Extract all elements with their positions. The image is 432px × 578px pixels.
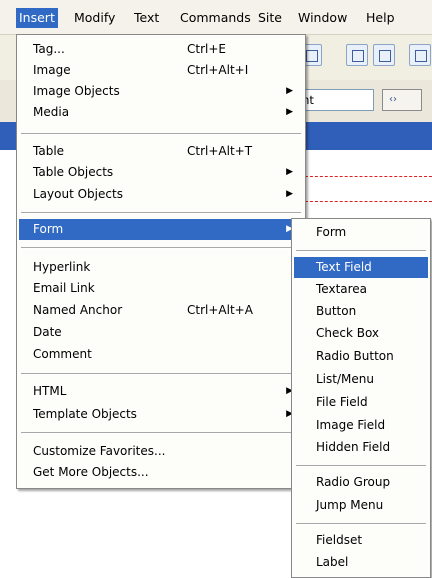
submenu-arrow-icon: ▶: [286, 167, 293, 177]
menu-item-table-objects[interactable]: Table Objects ▶: [19, 162, 303, 183]
menu-insert[interactable]: Insert: [16, 8, 58, 28]
menu-item-media[interactable]: Media ▶: [19, 102, 303, 123]
menu-commands[interactable]: Commands: [177, 8, 254, 28]
layout-dashed-line: [300, 176, 432, 177]
menu-item-table[interactable]: Table Ctrl+Alt+T: [19, 141, 303, 162]
image-icon[interactable]: [409, 44, 431, 66]
menu-item-comment[interactable]: Comment: [19, 344, 303, 365]
menu-separator: [21, 247, 301, 249]
submenu-item-form[interactable]: Form: [294, 222, 428, 243]
menu-item-image[interactable]: Image Ctrl+Alt+I: [19, 60, 303, 81]
submenu-item-fieldset[interactable]: Fieldset: [294, 530, 428, 551]
submenu-item-jump-menu[interactable]: Jump Menu: [294, 495, 428, 516]
menu-item-form[interactable]: Form ▶: [19, 219, 303, 240]
submenu-item-check-box[interactable]: Check Box: [294, 323, 428, 344]
menu-separator: [21, 373, 301, 375]
menu-item-customize-favorites[interactable]: Customize Favorites...: [19, 441, 303, 462]
menu-separator: [296, 523, 426, 525]
menu-item-image-objects[interactable]: Image Objects ▶: [19, 81, 303, 102]
submenu-item-label[interactable]: Label: [294, 552, 428, 573]
submenu-item-image-field[interactable]: Image Field: [294, 415, 428, 436]
menu-separator: [296, 465, 426, 467]
menu-separator: [21, 212, 301, 214]
submenu-item-radio-button[interactable]: Radio Button: [294, 346, 428, 367]
menu-modify[interactable]: Modify: [71, 8, 118, 28]
menu-separator: [21, 133, 301, 135]
layout-dashed-line: [300, 201, 432, 202]
menu-item-hyperlink[interactable]: Hyperlink: [19, 257, 303, 278]
insert-menu: Tag... Ctrl+E Image Ctrl+Alt+I Image Obj…: [16, 34, 306, 489]
submenu-item-radio-group[interactable]: Radio Group: [294, 472, 428, 493]
menu-text[interactable]: Text: [131, 8, 162, 28]
submenu-arrow-icon: ▶: [286, 107, 293, 117]
menu-item-get-more-objects[interactable]: Get More Objects...: [19, 462, 303, 483]
menu-help[interactable]: Help: [363, 8, 398, 28]
menu-separator: [296, 250, 426, 252]
menu-item-layout-objects[interactable]: Layout Objects ▶: [19, 184, 303, 205]
submenu-arrow-icon: ▶: [286, 86, 293, 96]
menu-item-html[interactable]: HTML ▶: [19, 381, 303, 402]
menu-item-date[interactable]: Date: [19, 322, 303, 343]
submenu-item-text-field[interactable]: Text Field: [294, 257, 428, 278]
submenu-item-textarea[interactable]: Textarea: [294, 279, 428, 300]
menu-item-named-anchor[interactable]: Named Anchor Ctrl+Alt+A: [19, 300, 303, 321]
submenu-item-hidden-field[interactable]: Hidden Field: [294, 437, 428, 458]
form-submenu: Form Text Field Textarea Button Check Bo…: [291, 218, 431, 578]
menu-item-email-link[interactable]: Email Link: [19, 278, 303, 299]
expand-icon[interactable]: [373, 44, 395, 66]
menubar: Insert Modify Text Commands Site Window …: [0, 0, 432, 35]
submenu-item-list-menu[interactable]: List/Menu: [294, 369, 428, 390]
menu-separator: [21, 432, 301, 434]
document-icon[interactable]: [346, 44, 368, 66]
menu-item-template-objects[interactable]: Template Objects ▶: [19, 404, 303, 425]
submenu-arrow-icon: ▶: [286, 189, 293, 199]
submenu-item-file-field[interactable]: File Field: [294, 392, 428, 413]
submenu-item-button[interactable]: Button: [294, 301, 428, 322]
menu-item-tag[interactable]: Tag... Ctrl+E: [19, 39, 303, 60]
menu-site[interactable]: Site: [255, 8, 285, 28]
menu-window[interactable]: Window: [295, 8, 350, 28]
code-view-button[interactable]: ‹›: [382, 89, 422, 111]
